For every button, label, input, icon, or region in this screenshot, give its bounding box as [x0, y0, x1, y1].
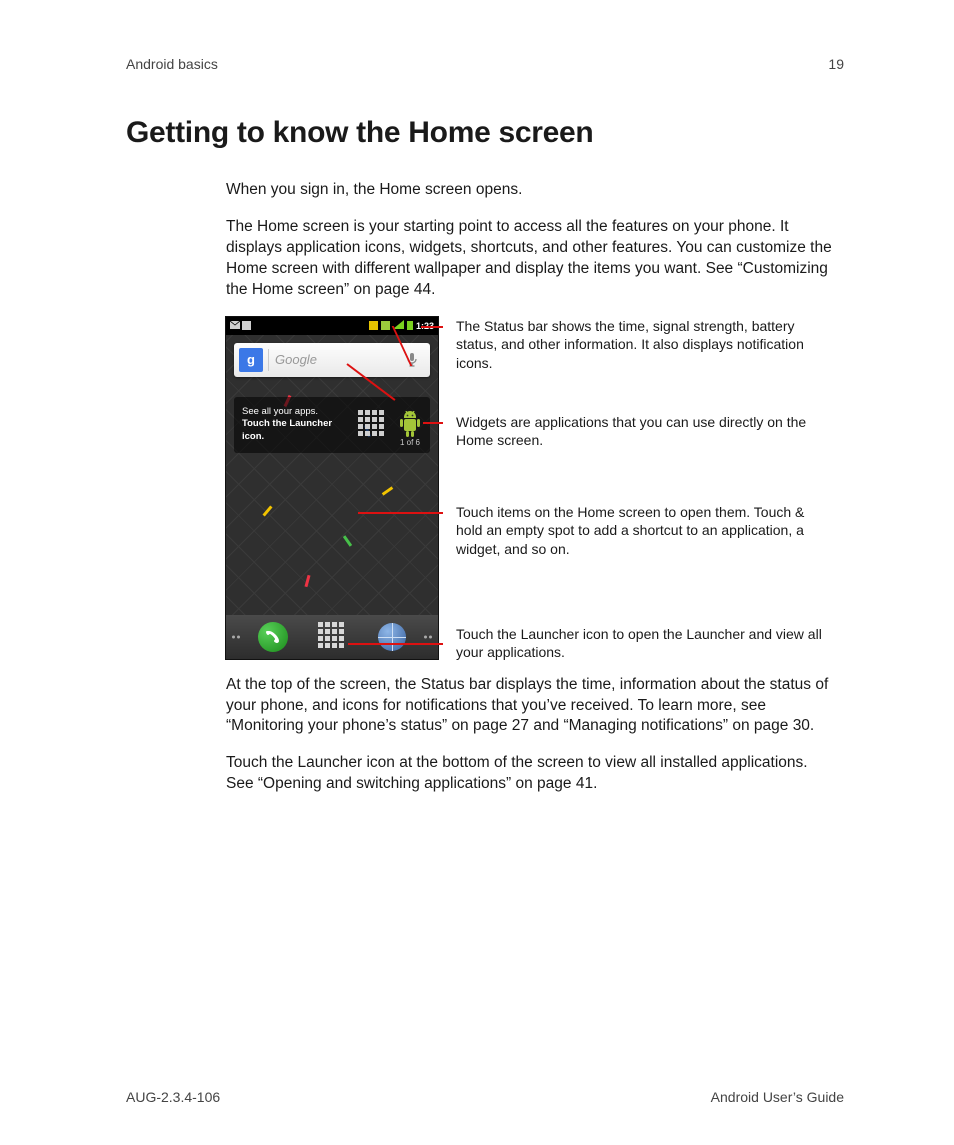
dock	[226, 615, 438, 659]
running-footer: AUG-2.3.4-106 Android User’s Guide	[126, 1089, 844, 1105]
mail-icon	[230, 321, 239, 330]
paragraph-1: When you sign in, the Home screen opens.	[226, 180, 836, 201]
android-robot-icon	[396, 409, 424, 441]
tips-line-2: Touch the Launcher icon.	[242, 418, 350, 443]
confetti	[343, 535, 352, 547]
phone-button[interactable]	[258, 622, 288, 652]
launcher-icon[interactable]	[318, 622, 348, 652]
page-indicator-left[interactable]	[232, 635, 240, 638]
notification-icon	[242, 321, 251, 330]
leader-line	[421, 326, 443, 328]
running-header: Android basics 19	[126, 56, 844, 72]
sync-icon	[381, 321, 390, 330]
figure: 1:23 g Google	[226, 317, 836, 659]
google-search-widget[interactable]: g Google	[234, 343, 430, 377]
callout-launcher: Touch the Launcher icon to open the Laun…	[456, 625, 826, 662]
confetti	[262, 505, 272, 516]
phone-screenshot: 1:23 g Google	[226, 317, 438, 659]
paragraph-2: The Home screen is your starting point t…	[226, 217, 836, 301]
app-grid-icon	[358, 410, 388, 440]
callout-home-items: Touch items on the Home screen to open t…	[456, 503, 826, 558]
confetti	[304, 574, 310, 586]
header-page-number: 19	[828, 56, 844, 72]
leader-line	[423, 422, 443, 424]
tips-counter: 1 of 6	[400, 438, 420, 449]
page: Android basics 19 Getting to know the Ho…	[0, 0, 954, 1145]
callout-widgets: Widgets are applications that you can us…	[456, 413, 826, 450]
paragraph-4: Touch the Launcher icon at the bottom of…	[226, 753, 836, 795]
leader-line	[348, 643, 443, 645]
leader-line	[358, 512, 443, 514]
tips-widget[interactable]: See all your apps. Touch the Launcher ic…	[234, 397, 430, 453]
page-title: Getting to know the Home screen	[126, 116, 844, 150]
battery-icon	[407, 321, 413, 330]
search-input[interactable]: Google	[268, 349, 394, 371]
alarm-icon	[369, 321, 378, 330]
tips-line-1: See all your apps.	[242, 406, 350, 418]
page-indicator-right[interactable]	[424, 635, 432, 638]
tips-text: See all your apps. Touch the Launcher ic…	[234, 400, 358, 449]
footer-doc-title: Android User’s Guide	[711, 1089, 844, 1105]
footer-doc-id: AUG-2.3.4-106	[126, 1089, 220, 1105]
status-bar: 1:23	[226, 317, 438, 335]
confetti	[382, 486, 394, 495]
wallpaper	[226, 335, 438, 659]
google-logo-icon[interactable]: g	[239, 348, 263, 372]
body-column: When you sign in, the Home screen opens.…	[226, 180, 836, 795]
browser-icon[interactable]	[378, 623, 406, 651]
header-section: Android basics	[126, 56, 218, 72]
callout-status-bar: The Status bar shows the time, signal st…	[456, 317, 826, 372]
paragraph-3: At the top of the screen, the Status bar…	[226, 675, 836, 738]
